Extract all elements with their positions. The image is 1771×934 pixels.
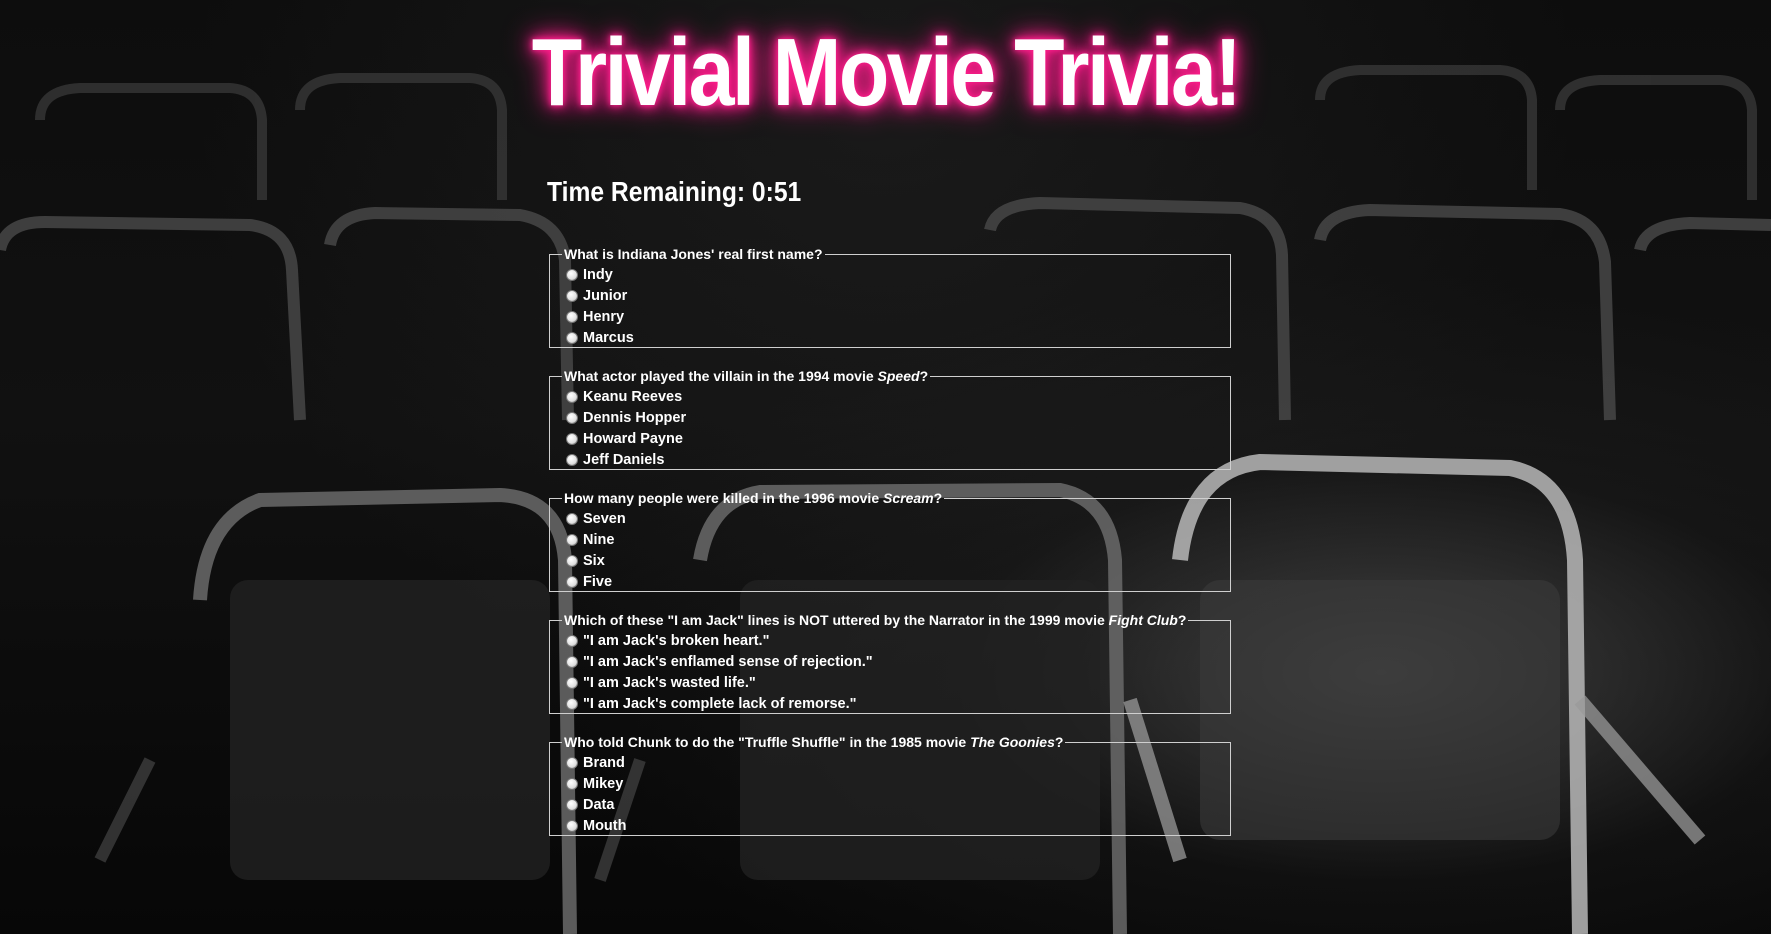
radio-button[interactable] bbox=[566, 655, 578, 668]
question-text-main: Which of these "I am Jack" lines is NOT … bbox=[564, 612, 1109, 628]
answer-label: Nine bbox=[583, 531, 615, 548]
answer-label: Mouth bbox=[583, 817, 627, 834]
answer-label: Marcus bbox=[583, 329, 634, 346]
question-text: Which of these "I am Jack" lines is NOT … bbox=[562, 612, 1188, 628]
answer-option[interactable]: Jeff Daniels bbox=[566, 449, 1216, 470]
radio-button[interactable] bbox=[566, 634, 578, 647]
radio-button[interactable] bbox=[566, 554, 578, 567]
radio-button[interactable] bbox=[566, 676, 578, 689]
question-text-main: Who told Chunk to do the "Truffle Shuffl… bbox=[564, 734, 971, 750]
answer-label: Data bbox=[583, 796, 615, 813]
question-mark: ? bbox=[1177, 612, 1187, 628]
question-text: What is Indiana Jones' real first name? bbox=[562, 246, 825, 262]
radio-button[interactable] bbox=[566, 819, 578, 832]
answer-option[interactable]: Dennis Hopper bbox=[566, 407, 1216, 428]
answer-option[interactable]: "I am Jack's enflamed sense of rejection… bbox=[566, 651, 1216, 672]
answer-label: Six bbox=[583, 552, 605, 569]
radio-button[interactable] bbox=[566, 411, 578, 424]
answer-option[interactable]: Five bbox=[566, 571, 1216, 592]
movie-title: Scream bbox=[883, 490, 934, 506]
radio-button[interactable] bbox=[566, 697, 578, 710]
time-remaining: Time Remaining: 0:51 bbox=[547, 176, 802, 207]
movie-title: Speed bbox=[877, 368, 920, 384]
quiz-form: What is Indiana Jones' real first name? I… bbox=[549, 246, 1231, 856]
answer-option[interactable]: Indy bbox=[566, 264, 1216, 285]
question-text: What actor played the villain in the 199… bbox=[562, 368, 930, 384]
radio-button[interactable] bbox=[566, 798, 578, 811]
page: Trivial Movie Trivia! Time Remaining: 0:… bbox=[0, 0, 1771, 934]
question-mark: ? bbox=[1054, 734, 1064, 750]
answer-option[interactable]: Brand bbox=[566, 752, 1216, 773]
question-text: How many people were killed in the 1996 … bbox=[562, 490, 944, 506]
radio-button[interactable] bbox=[566, 453, 578, 466]
question-mark: ? bbox=[933, 490, 943, 506]
radio-button[interactable] bbox=[566, 331, 578, 344]
question-5: Who told Chunk to do the "Truffle Shuffl… bbox=[549, 734, 1231, 836]
answer-label: Mikey bbox=[583, 775, 624, 792]
question-mark: ? bbox=[919, 368, 929, 384]
answer-label: Henry bbox=[583, 308, 625, 325]
answer-label: "I am Jack's wasted life." bbox=[583, 674, 756, 691]
answer-label: Junior bbox=[583, 287, 628, 304]
answer-option[interactable]: Mikey bbox=[566, 773, 1216, 794]
answer-label: Brand bbox=[583, 754, 625, 771]
radio-button[interactable] bbox=[566, 575, 578, 588]
radio-button[interactable] bbox=[566, 777, 578, 790]
answer-option[interactable]: Keanu Reeves bbox=[566, 386, 1216, 407]
answer-option[interactable]: Junior bbox=[566, 285, 1216, 306]
answer-option[interactable]: "I am Jack's wasted life." bbox=[566, 672, 1216, 693]
answer-label: "I am Jack's complete lack of remorse." bbox=[583, 695, 857, 712]
radio-button[interactable] bbox=[566, 533, 578, 546]
answer-option[interactable]: Seven bbox=[566, 508, 1216, 529]
answer-label: Indy bbox=[583, 266, 613, 283]
question-text-main: What is Indiana Jones' real first name? bbox=[564, 246, 823, 262]
page-title: Trivial Movie Trivia! bbox=[531, 19, 1242, 126]
answer-option[interactable]: Data bbox=[566, 794, 1216, 815]
question-text: Who told Chunk to do the "Truffle Shuffl… bbox=[562, 734, 1065, 750]
answer-label: "I am Jack's broken heart." bbox=[583, 632, 770, 649]
movie-title: Fight Club bbox=[1108, 612, 1178, 628]
radio-button[interactable] bbox=[566, 432, 578, 445]
answer-label: Dennis Hopper bbox=[583, 409, 687, 426]
radio-button[interactable] bbox=[566, 756, 578, 769]
answer-label: Howard Payne bbox=[583, 430, 683, 447]
answer-option[interactable]: "I am Jack's complete lack of remorse." bbox=[566, 693, 1216, 714]
answer-label: Five bbox=[583, 573, 613, 590]
question-2: What actor played the villain in the 199… bbox=[549, 368, 1231, 470]
question-4: Which of these "I am Jack" lines is NOT … bbox=[549, 612, 1231, 714]
answer-label: Keanu Reeves bbox=[583, 388, 683, 405]
answer-option[interactable]: Mouth bbox=[566, 815, 1216, 836]
answer-label: Seven bbox=[583, 510, 626, 527]
question-1: What is Indiana Jones' real first name? I… bbox=[549, 246, 1231, 348]
radio-button[interactable] bbox=[566, 310, 578, 323]
radio-button[interactable] bbox=[566, 289, 578, 302]
answer-option[interactable]: Howard Payne bbox=[566, 428, 1216, 449]
answer-label: "I am Jack's enflamed sense of rejection… bbox=[583, 653, 873, 670]
answer-option[interactable]: "I am Jack's broken heart." bbox=[566, 630, 1216, 651]
question-3: How many people were killed in the 1996 … bbox=[549, 490, 1231, 592]
answer-option[interactable]: Nine bbox=[566, 529, 1216, 550]
answer-option[interactable]: Six bbox=[566, 550, 1216, 571]
question-text-main: What actor played the villain in the 199… bbox=[564, 368, 878, 384]
answer-label: Jeff Daniels bbox=[583, 451, 665, 468]
answer-option[interactable]: Henry bbox=[566, 306, 1216, 327]
question-text-main: How many people were killed in the 1996 … bbox=[564, 490, 883, 506]
radio-button[interactable] bbox=[566, 512, 578, 525]
radio-button[interactable] bbox=[566, 390, 578, 403]
movie-title: The Goonies bbox=[970, 734, 1055, 750]
radio-button[interactable] bbox=[566, 268, 578, 281]
answer-option[interactable]: Marcus bbox=[566, 327, 1216, 348]
